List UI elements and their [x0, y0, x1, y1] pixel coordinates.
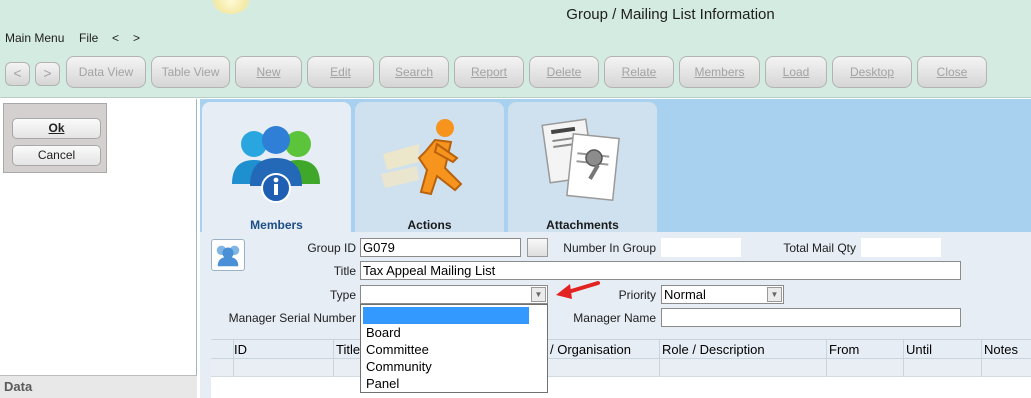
delete-button[interactable]: Delete	[529, 56, 599, 88]
type-option-committee[interactable]: Committee	[366, 342, 429, 357]
members-grid: ID Title / Organisation Role / Descripti…	[211, 339, 1031, 398]
priority-value: Normal	[664, 287, 706, 302]
menu-bar: Main Menu File < >	[0, 28, 1031, 48]
priority-combo[interactable]: Normal ▼	[661, 285, 784, 304]
desktop-button[interactable]: Desktop	[832, 56, 912, 88]
tab-members[interactable]: Members	[202, 102, 351, 232]
action-button-box: Ok Cancel	[3, 103, 107, 173]
search-button[interactable]: Search	[379, 56, 449, 88]
column-header-notes[interactable]: Notes	[981, 342, 1018, 357]
type-option-board[interactable]: Board	[366, 325, 401, 340]
data-view-button[interactable]: Data View	[66, 56, 146, 88]
back-button[interactable]: <	[5, 62, 30, 86]
ok-button[interactable]: Ok	[12, 118, 101, 139]
grid-header: ID Title / Organisation Role / Descripti…	[211, 339, 1031, 359]
title-field[interactable]: Tax Appeal Mailing List	[360, 261, 961, 280]
documents-icon	[541, 118, 620, 202]
toolbar: < > Data View Table View New Edit Search…	[0, 48, 1031, 98]
group-id-field[interactable]: G079	[360, 238, 521, 257]
number-in-group-label: Number In Group	[563, 241, 656, 255]
cancel-button[interactable]: Cancel	[12, 145, 101, 166]
window-title: Group / Mailing List Information	[566, 6, 775, 23]
column-divider	[903, 339, 904, 377]
report-button[interactable]: Report	[454, 56, 524, 88]
members-button[interactable]: Members	[679, 56, 760, 88]
annotation-arrow-icon	[556, 281, 600, 299]
number-in-group-field	[661, 238, 741, 257]
manager-name-field[interactable]	[661, 308, 961, 327]
total-mail-qty-field	[861, 238, 941, 257]
type-label: Type	[329, 288, 356, 302]
column-header-role[interactable]: Role / Description	[659, 342, 765, 357]
data-section-header[interactable]: Data	[0, 375, 197, 398]
column-divider	[981, 339, 982, 377]
menu-main-menu[interactable]: Main Menu	[5, 31, 64, 45]
chevron-down-icon[interactable]: ▼	[767, 287, 782, 302]
table-view-button[interactable]: Table View	[151, 56, 230, 88]
column-divider	[233, 339, 234, 377]
manager-name-label: Manager Name	[573, 311, 656, 325]
manager-serial-label: Manager Serial Number	[228, 311, 356, 325]
chevron-down-icon[interactable]: ▼	[531, 287, 546, 302]
group-id-label: Group ID	[307, 241, 356, 255]
tab-attachments[interactable]: Attachments	[508, 102, 657, 232]
type-dropdown-list: Board Committee Community Panel	[360, 304, 548, 393]
running-man-icon	[381, 119, 463, 196]
menu-file[interactable]: File	[79, 31, 98, 45]
relate-button[interactable]: Relate	[604, 56, 674, 88]
members-icon	[232, 126, 320, 203]
left-panel: Ok Cancel Data	[0, 99, 197, 398]
type-option-panel[interactable]: Panel	[366, 376, 399, 391]
column-divider	[659, 339, 660, 377]
total-mail-qty-label: Total Mail Qty	[783, 241, 856, 255]
load-button[interactable]: Load	[765, 56, 827, 88]
record-type-icon	[211, 239, 245, 271]
new-button[interactable]: New	[235, 56, 302, 88]
close-button[interactable]: Close	[917, 56, 987, 88]
column-header-until[interactable]: Until	[903, 342, 932, 357]
forward-button[interactable]: >	[35, 62, 60, 86]
tab-actions-label: Actions	[407, 218, 452, 232]
menu-back[interactable]: <	[112, 31, 119, 45]
column-divider	[826, 339, 827, 377]
tab-members-label: Members	[250, 218, 303, 232]
table-row[interactable]	[211, 359, 1031, 377]
column-header-from[interactable]: From	[826, 342, 859, 357]
tab-strip: Members Actions Attachments	[200, 99, 1031, 232]
type-combo[interactable]: ▼	[360, 285, 548, 304]
tab-actions[interactable]: Actions	[355, 102, 504, 232]
title-label: Title	[333, 264, 356, 278]
edit-button[interactable]: Edit	[307, 56, 374, 88]
column-divider	[333, 339, 334, 377]
group-id-lookup-button[interactable]	[527, 238, 548, 257]
main-area: Members Actions Attachments Group ID G07…	[200, 99, 1031, 398]
type-option-blank[interactable]	[363, 307, 529, 324]
menu-forward[interactable]: >	[133, 31, 140, 45]
title-bar: Group / Mailing List Information	[0, 0, 1031, 28]
column-header-organisation[interactable]: / Organisation	[547, 342, 631, 357]
tab-attachments-label: Attachments	[546, 218, 619, 232]
column-header-title[interactable]: Title	[333, 342, 360, 357]
type-option-community[interactable]: Community	[366, 359, 432, 374]
